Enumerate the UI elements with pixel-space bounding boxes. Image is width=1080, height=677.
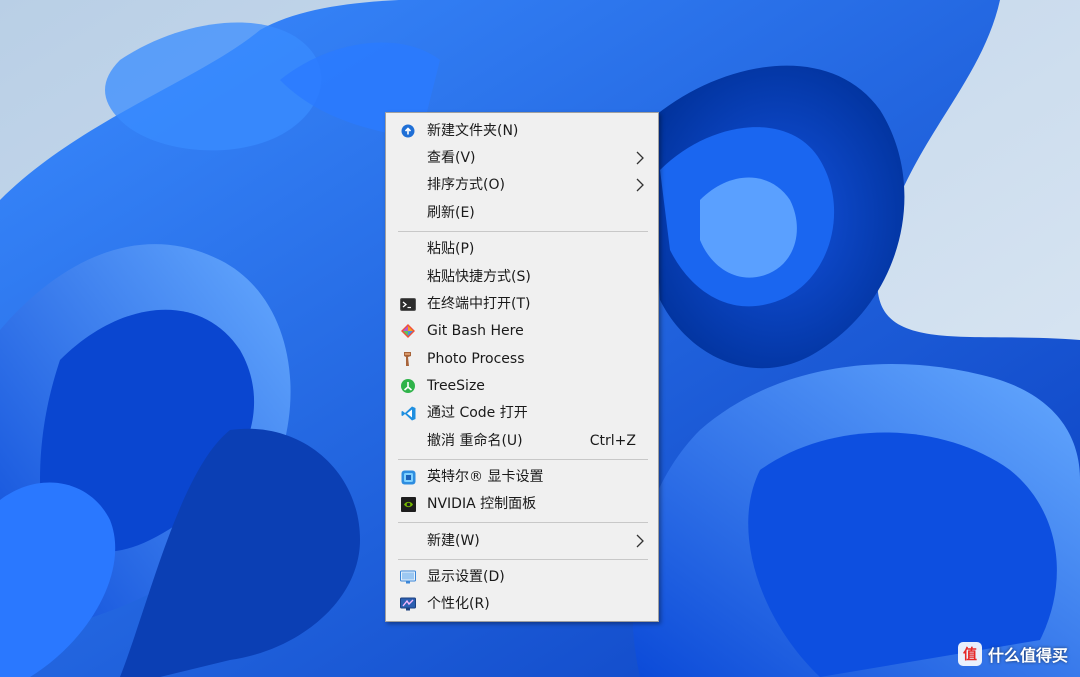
menu-item-intel-graphics[interactable]: 英特尔® 显卡设置: [388, 464, 656, 490]
vscode-icon: [400, 405, 416, 421]
menu-item-treesize[interactable]: TreeSize: [388, 373, 656, 399]
menu-item-label: TreeSize: [427, 378, 485, 394]
menu-item-personalize[interactable]: 个性化(R): [388, 591, 656, 617]
menu-item-label: 粘贴(P): [427, 241, 475, 257]
menu-item-label: 显示设置(D): [427, 569, 505, 585]
menu-item-label: 个性化(R): [427, 596, 490, 612]
chevron-right-icon: [636, 151, 644, 165]
photo-process-icon: [400, 351, 416, 367]
display-settings-icon: [400, 569, 416, 585]
menu-item-nvidia-control-panel[interactable]: NVIDIA 控制面板: [388, 491, 656, 517]
svg-text:值: 值: [963, 646, 977, 663]
menu-item-open-in-terminal[interactable]: 在终端中打开(T): [388, 291, 656, 317]
watermark-text: 什么值得买: [987, 646, 1068, 665]
terminal-icon: [400, 296, 416, 312]
menu-item-label: 查看(V): [427, 150, 476, 166]
menu-item-label: NVIDIA 控制面板: [427, 496, 537, 512]
menu-item-photo-process[interactable]: Photo Process: [388, 346, 656, 372]
menu-item-paste-shortcut[interactable]: 粘贴快捷方式(S): [388, 264, 656, 290]
shortcut-label: Ctrl+Z: [589, 433, 636, 449]
watermark: 值 什么值得买: [957, 641, 1068, 667]
chevron-right-icon: [636, 178, 644, 192]
smzdm-logo-icon: 值: [957, 642, 982, 666]
menu-item-label: 新建(W): [427, 533, 480, 549]
git-bash-icon: [400, 323, 416, 339]
menu-item-paste[interactable]: 粘贴(P): [388, 236, 656, 262]
menu-separator: [398, 231, 648, 232]
menu-item-label: 英特尔® 显卡设置: [427, 469, 544, 485]
menu-separator: [398, 559, 648, 560]
menu-item-label: Photo Process: [427, 351, 525, 367]
new-folder-icon: [400, 123, 416, 139]
personalize-icon: [400, 596, 416, 612]
menu-item-label: 粘贴快捷方式(S): [427, 269, 531, 285]
menu-item-label: 排序方式(O): [427, 177, 505, 193]
desktop-context-menu: 新建文件夹(N) 查看(V) 排序方式(O) 刷新(E) 粘贴(P) 粘贴快捷方…: [385, 112, 659, 622]
menu-item-view[interactable]: 查看(V): [388, 145, 656, 171]
menu-item-undo-rename[interactable]: 撤消 重命名(U) Ctrl+Z: [388, 428, 656, 454]
menu-item-sort-by[interactable]: 排序方式(O): [388, 172, 656, 198]
menu-item-open-with-code[interactable]: 通过 Code 打开: [388, 400, 656, 426]
chevron-right-icon: [636, 534, 644, 548]
menu-item-git-bash-here[interactable]: Git Bash Here: [388, 318, 656, 344]
intel-graphics-icon: [400, 469, 416, 485]
nvidia-icon: [400, 496, 416, 512]
menu-item-new[interactable]: 新建(W): [388, 528, 656, 554]
menu-separator: [398, 459, 648, 460]
menu-item-label: 新建文件夹(N): [427, 123, 519, 139]
menu-item-label: Git Bash Here: [427, 323, 524, 339]
menu-item-new-folder[interactable]: 新建文件夹(N): [388, 118, 656, 144]
menu-separator: [398, 522, 648, 523]
menu-item-display-settings[interactable]: 显示设置(D): [388, 564, 656, 590]
treesize-icon: [400, 378, 416, 394]
menu-item-label: 刷新(E): [427, 205, 475, 221]
menu-item-refresh[interactable]: 刷新(E): [388, 200, 656, 226]
menu-item-label: 在终端中打开(T): [427, 296, 531, 312]
menu-item-label: 撤消 重命名(U): [427, 433, 523, 449]
menu-item-label: 通过 Code 打开: [427, 405, 528, 421]
